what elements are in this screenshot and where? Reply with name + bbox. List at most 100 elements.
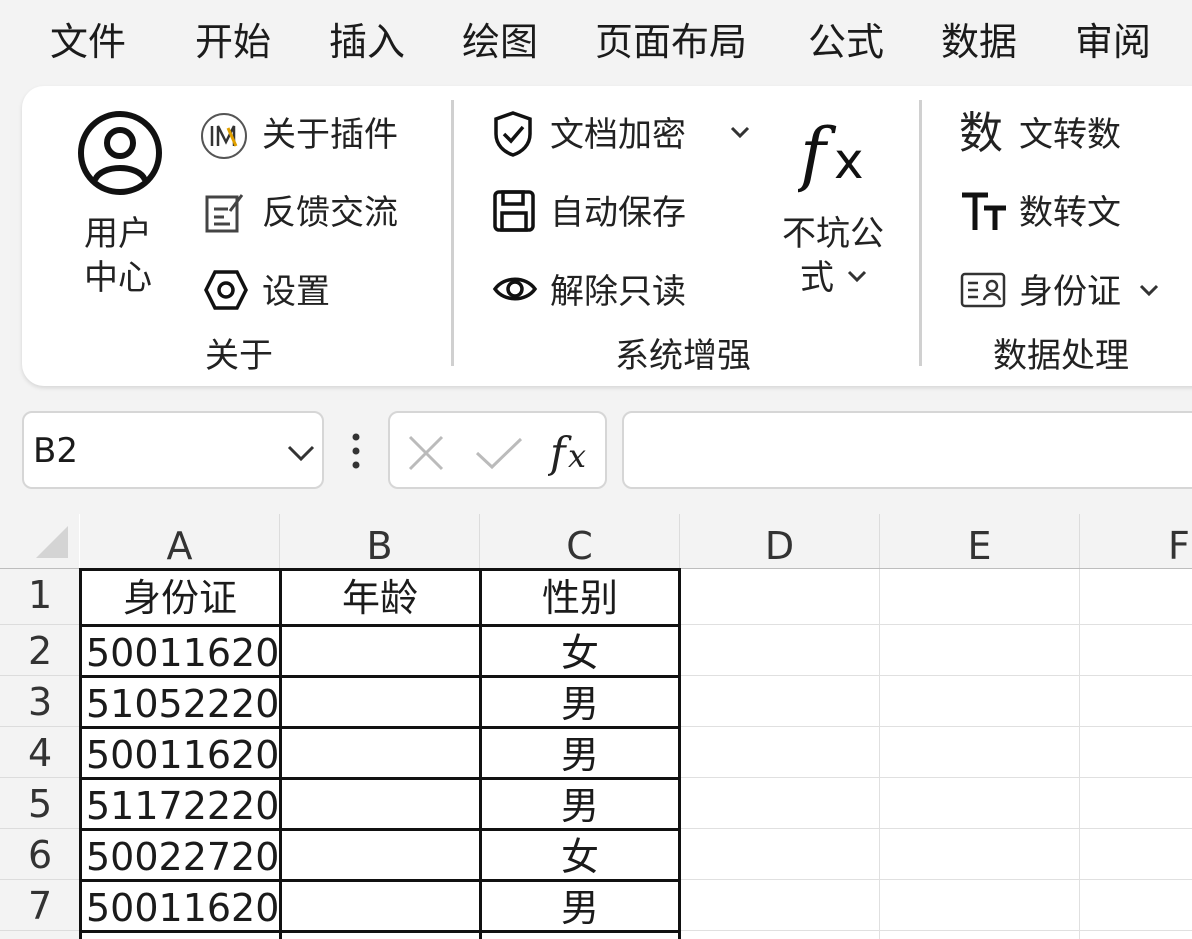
chevron-down-icon[interactable] [846, 268, 868, 288]
column-header-label: D [764, 524, 795, 568]
cell-b3[interactable] [280, 680, 480, 728]
cell-b1[interactable]: 年龄 [280, 574, 480, 624]
chevron-down-icon[interactable] [729, 124, 751, 144]
row-header-8[interactable] [0, 931, 79, 939]
column-header-b[interactable]: B [280, 514, 480, 569]
text-size-icon [960, 190, 1008, 238]
column-header-label: F [1168, 524, 1190, 568]
text-to-number-button[interactable]: 文转数 [1019, 115, 1121, 155]
plugin-logo-icon [200, 112, 248, 164]
settings-button[interactable]: 设置 [262, 272, 330, 312]
menu-home[interactable]: 开始 [195, 18, 271, 66]
formula-button-label-2[interactable]: 式 [800, 258, 834, 298]
svg-text:x: x [568, 437, 586, 475]
unlock-readonly-button[interactable]: 解除只读 [550, 272, 686, 312]
column-header-label: E [967, 524, 992, 568]
insert-function-icon[interactable]: f x [547, 427, 598, 481]
cell-c4[interactable]: 男 [480, 731, 680, 779]
about-plugin-button[interactable]: 关于插件 [262, 115, 398, 155]
column-header-a[interactable]: A [80, 514, 280, 569]
cell-c6[interactable]: 女 [480, 833, 680, 881]
user-circle-icon[interactable] [77, 110, 163, 200]
row-header-label: 4 [28, 731, 53, 775]
cell-b2[interactable] [280, 629, 480, 677]
cell-c2[interactable]: 女 [480, 629, 680, 677]
ribbon-panel: 用户 中心 关于插件 反馈交流 设置 关于 文档加密 自动保存 解除只读 f x… [22, 86, 1192, 386]
row-header-6[interactable]: 6 [0, 829, 79, 880]
menu-formulas[interactable]: 公式 [808, 18, 884, 66]
cell-c7[interactable]: 男 [480, 884, 680, 932]
row-header-label: 2 [28, 629, 53, 673]
table-border [79, 879, 681, 882]
cell-b7[interactable] [280, 884, 480, 932]
cell-b4[interactable] [280, 731, 480, 779]
menu-insert[interactable]: 插入 [329, 18, 405, 66]
column-header-f[interactable]: F [1080, 514, 1192, 569]
more-options-icon[interactable] [349, 432, 363, 476]
table-border [79, 777, 681, 780]
formula-button-label-1[interactable]: 不坑公 [782, 214, 884, 254]
user-center-label-2[interactable]: 中心 [84, 258, 152, 298]
cell-a4[interactable]: 50011620 [80, 731, 280, 779]
cell-a2[interactable]: 50011620 [80, 629, 280, 677]
cancel-icon[interactable] [406, 433, 446, 477]
column-header-d[interactable]: D [680, 514, 880, 569]
row-header-label: 3 [28, 680, 53, 724]
gridline [680, 828, 1192, 829]
autosave-button[interactable]: 自动保存 [550, 193, 686, 233]
row-header-4[interactable]: 4 [0, 727, 79, 778]
gridline [680, 777, 1192, 778]
cell-c3[interactable]: 男 [480, 680, 680, 728]
group-label-about: 关于 [205, 336, 273, 376]
group-label-data: 数据处理 [993, 336, 1129, 376]
table-border [79, 675, 681, 678]
column-header-c[interactable]: C [480, 514, 680, 569]
cell-a7[interactable]: 50011620 [80, 884, 280, 932]
cell-a1[interactable]: 身份证 [80, 574, 280, 624]
table-border [79, 568, 681, 571]
menu-review[interactable]: 审阅 [1075, 18, 1151, 66]
gridline [680, 624, 1192, 625]
menu-draw[interactable]: 绘图 [462, 18, 538, 66]
cell-a5[interactable]: 51172220 [80, 782, 280, 830]
select-all-corner[interactable] [0, 514, 79, 569]
row-header-2[interactable]: 2 [0, 625, 79, 676]
row-header-label: 1 [28, 573, 53, 617]
fx-icon[interactable]: f x [795, 113, 878, 202]
cell-c1[interactable]: 性别 [480, 574, 680, 624]
cell-b5[interactable] [280, 782, 480, 830]
row-header-label: 6 [28, 833, 53, 877]
floppy-disk-icon [492, 189, 536, 237]
cell-b6[interactable] [280, 833, 480, 881]
hexagon-settings-icon [204, 269, 248, 315]
encrypt-document-button[interactable]: 文档加密 [550, 115, 686, 155]
confirm-icon[interactable] [474, 435, 524, 475]
feedback-button[interactable]: 反馈交流 [262, 193, 398, 233]
column-header-e[interactable]: E [880, 514, 1080, 569]
menu-page-layout[interactable]: 页面布局 [595, 18, 747, 66]
id-card-button[interactable]: 身份证 [1019, 272, 1121, 312]
name-box-value: B2 [33, 431, 78, 471]
row-header-7[interactable]: 7 [0, 880, 79, 931]
cell-a6[interactable]: 50022720 [80, 833, 280, 881]
cell-a3[interactable]: 51052220 [80, 680, 280, 728]
name-box[interactable]: B2 [22, 411, 324, 489]
chevron-down-icon[interactable] [286, 443, 316, 467]
shield-check-icon [492, 110, 534, 162]
menu-file[interactable]: 文件 [50, 18, 126, 66]
row-header-3[interactable]: 3 [0, 676, 79, 727]
formula-input[interactable] [622, 411, 1192, 489]
gridline [680, 675, 1192, 676]
user-center-label-1[interactable]: 用户 [84, 214, 152, 254]
column-header-label: C [566, 524, 593, 568]
cell-c5[interactable]: 男 [480, 782, 680, 830]
chevron-down-icon[interactable] [1138, 282, 1160, 302]
table-border [79, 930, 681, 933]
number-to-text-button[interactable]: 数转文 [1019, 193, 1121, 233]
group-label-system: 系统增强 [615, 336, 751, 376]
row-header-5[interactable]: 5 [0, 778, 79, 829]
column-header-label: B [366, 524, 393, 568]
menu-data[interactable]: 数据 [941, 18, 1017, 66]
id-card-icon [960, 272, 1006, 312]
row-header-1[interactable]: 1 [0, 569, 79, 625]
